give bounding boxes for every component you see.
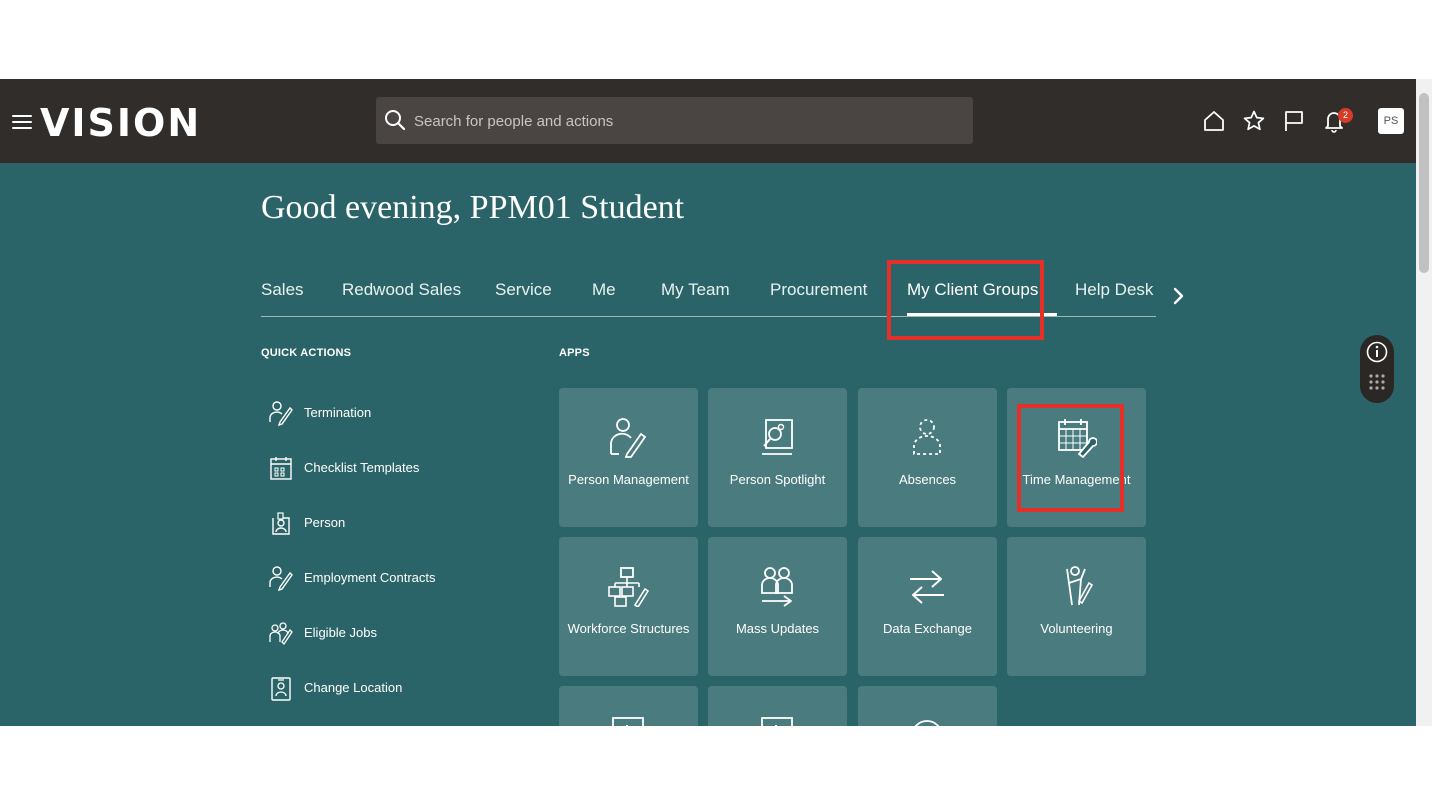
checklist-icon bbox=[270, 457, 292, 480]
active-tab-indicator bbox=[907, 313, 1057, 316]
global-header: VISION 2 PS bbox=[0, 79, 1416, 163]
tab-sales[interactable]: Sales bbox=[261, 280, 304, 300]
app-tile-volunteering[interactable]: Volunteering bbox=[1007, 537, 1146, 676]
star-icon[interactable] bbox=[1242, 109, 1266, 133]
report-icon bbox=[761, 717, 793, 726]
tab-service[interactable]: Service bbox=[495, 280, 552, 300]
flag-icon[interactable] bbox=[1282, 109, 1306, 133]
gauge-icon bbox=[914, 720, 940, 726]
app-tile-workforce-structures[interactable]: Workforce Structures bbox=[559, 537, 698, 676]
app-window: VISION 2 PS Good evening, PPM01 Student … bbox=[0, 79, 1416, 726]
absence-person-icon bbox=[913, 419, 941, 455]
app-tile-data-exchange[interactable]: Data Exchange bbox=[858, 537, 997, 676]
app-tile-label: Mass Updates bbox=[735, 621, 820, 636]
notification-badge: 2 bbox=[1338, 108, 1353, 123]
app-tile-person-spotlight[interactable]: Person Spotlight bbox=[708, 388, 847, 527]
person-pencil-icon bbox=[610, 418, 647, 458]
group-arrow-icon bbox=[761, 567, 793, 607]
search-input[interactable] bbox=[412, 97, 956, 146]
app-tile-person-management[interactable]: Person Management bbox=[559, 388, 698, 527]
vision-logo[interactable]: VISION bbox=[40, 101, 201, 145]
apps-heading: APPS bbox=[559, 347, 590, 359]
quick-action-label: Employment Contracts bbox=[304, 570, 436, 585]
app-tile-label: Absences bbox=[898, 472, 957, 487]
app-tile[interactable] bbox=[708, 686, 847, 726]
person-edit-icon bbox=[269, 401, 293, 426]
quick-action-label: Termination bbox=[304, 405, 372, 420]
location-badge-icon bbox=[271, 677, 291, 701]
user-avatar[interactable]: PS bbox=[1378, 108, 1404, 134]
quick-actions-heading: QUICK ACTIONS bbox=[261, 347, 352, 359]
tab-bar: Sales Redwood Sales Service Me My Team P… bbox=[261, 278, 1156, 317]
app-tile-label: Time Management bbox=[1022, 472, 1131, 487]
exchange-arrows-icon bbox=[910, 570, 944, 604]
tab-my-client-groups[interactable]: My Client Groups bbox=[907, 280, 1038, 300]
jobs-icon bbox=[269, 622, 293, 646]
app-tile[interactable] bbox=[858, 686, 997, 726]
home-icon[interactable] bbox=[1202, 109, 1226, 133]
org-chart-icon bbox=[608, 567, 649, 607]
app-tile-label: Person Spotlight bbox=[729, 472, 826, 487]
quick-action-label: Eligible Jobs bbox=[304, 625, 377, 640]
quick-action-label: Person bbox=[304, 515, 346, 530]
search-bar[interactable] bbox=[376, 97, 973, 146]
vertical-scrollbar[interactable] bbox=[1416, 79, 1432, 726]
tab-procurement[interactable]: Procurement bbox=[770, 280, 867, 300]
info-icon[interactable] bbox=[1366, 341, 1388, 363]
greeting-title: Good evening, PPM01 Student bbox=[261, 189, 685, 226]
person-badge-icon bbox=[272, 512, 290, 535]
app-tile-label: Volunteering bbox=[1040, 621, 1113, 636]
report-icon bbox=[612, 717, 644, 726]
tab-me[interactable]: Me bbox=[592, 280, 616, 300]
app-tile-absences[interactable]: Absences bbox=[858, 388, 997, 527]
app-tile-label: Workforce Structures bbox=[567, 621, 690, 636]
volunteer-icon bbox=[1066, 566, 1094, 606]
quick-action-label: Checklist Templates bbox=[304, 460, 420, 475]
app-tile-label: Person Management bbox=[568, 472, 689, 487]
chevron-right-icon[interactable] bbox=[1170, 286, 1188, 306]
calendar-wrench-icon bbox=[1058, 419, 1097, 458]
app-tile-mass-updates[interactable]: Mass Updates bbox=[708, 537, 847, 676]
tab-redwood-sales[interactable]: Redwood Sales bbox=[342, 280, 461, 300]
tab-help-desk[interactable]: Help Desk bbox=[1075, 280, 1153, 300]
app-tile[interactable] bbox=[559, 686, 698, 726]
quick-action-label: Change Location bbox=[304, 680, 403, 695]
contract-icon bbox=[269, 566, 293, 591]
menu-icon[interactable] bbox=[12, 115, 32, 129]
app-tile-time-management[interactable]: Time Management bbox=[1007, 388, 1146, 527]
search-icon bbox=[385, 110, 406, 131]
scrollbar-thumb[interactable] bbox=[1419, 93, 1429, 273]
app-tile-label: Data Exchange bbox=[883, 621, 972, 636]
drag-handle-icon[interactable] bbox=[1368, 373, 1386, 391]
help-widget[interactable] bbox=[1360, 335, 1394, 403]
spotlight-icon bbox=[762, 419, 793, 455]
tab-my-team[interactable]: My Team bbox=[661, 280, 730, 300]
